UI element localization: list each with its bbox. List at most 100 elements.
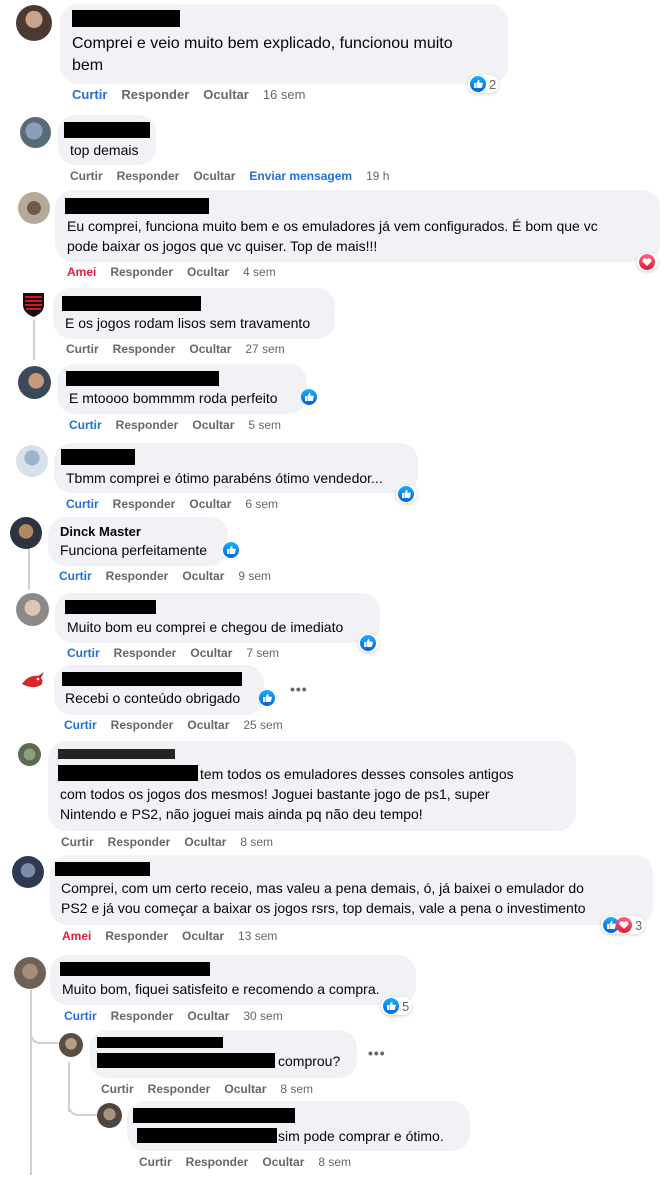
send-message-link[interactable]: Enviar mensagem: [249, 169, 352, 183]
timestamp[interactable]: 8 sem: [318, 1155, 351, 1169]
reply-link[interactable]: Responder: [105, 929, 168, 943]
comment-text: top demais: [70, 142, 139, 158]
reply-link[interactable]: Responder: [111, 718, 174, 732]
hide-link[interactable]: Ocultar: [190, 646, 232, 660]
like-link[interactable]: Curtir: [139, 1155, 172, 1169]
comment-text: com todos os jogos dos mesmos! Joguei ba…: [60, 786, 490, 822]
reaction-summary[interactable]: [637, 253, 658, 271]
like-link[interactable]: Curtir: [67, 646, 100, 660]
hide-link[interactable]: Ocultar: [262, 1155, 304, 1169]
reaction-summary[interactable]: 3: [601, 916, 646, 934]
team-crest-icon: [23, 293, 44, 317]
reply-link[interactable]: Responder: [110, 265, 173, 279]
redacted-text: [137, 1128, 277, 1143]
avatar[interactable]: [59, 1033, 83, 1057]
timestamp[interactable]: 8 sem: [240, 835, 273, 849]
comment-text: Comprei e veio muito bem explicado, func…: [72, 35, 453, 74]
timestamp[interactable]: 27 sem: [245, 342, 284, 356]
redacted-author-name: [61, 449, 135, 465]
reply-link[interactable]: Responder: [117, 169, 180, 183]
reply-link[interactable]: Responder: [114, 646, 177, 660]
avatar[interactable]: [16, 5, 52, 41]
reaction-summary[interactable]: [358, 634, 379, 652]
comment-actions: Curtir Responder Ocultar 27 sem: [66, 342, 299, 356]
reply-link[interactable]: Responder: [113, 497, 176, 511]
reply-link[interactable]: Responder: [113, 342, 176, 356]
redacted-author-name: [58, 749, 175, 759]
hide-link[interactable]: Ocultar: [189, 342, 231, 356]
like-link[interactable]: Curtir: [64, 1009, 97, 1023]
hide-link[interactable]: Ocultar: [192, 418, 234, 432]
like-link[interactable]: Curtir: [59, 569, 92, 583]
avatar[interactable]: [16, 445, 48, 477]
like-link[interactable]: Curtir: [101, 1082, 134, 1096]
reaction-summary[interactable]: [396, 485, 417, 503]
avatar[interactable]: [12, 856, 44, 888]
avatar[interactable]: [18, 366, 51, 399]
reaction-summary[interactable]: 5: [381, 997, 413, 1015]
hide-link[interactable]: Ocultar: [189, 497, 231, 511]
timestamp[interactable]: 9 sem: [238, 569, 271, 583]
avatar[interactable]: [10, 517, 42, 549]
avatar[interactable]: [18, 743, 41, 766]
love-link[interactable]: Amei: [67, 265, 96, 279]
hide-link[interactable]: Ocultar: [182, 929, 224, 943]
more-options-icon[interactable]: •••: [290, 681, 308, 697]
timestamp[interactable]: 30 sem: [243, 1009, 282, 1023]
reply-link[interactable]: Responder: [111, 1009, 174, 1023]
timestamp[interactable]: 19 h: [366, 169, 389, 183]
like-link[interactable]: Curtir: [70, 169, 103, 183]
reply-link[interactable]: Responder: [186, 1155, 249, 1169]
like-link[interactable]: Curtir: [69, 418, 102, 432]
reaction-summary[interactable]: [301, 389, 317, 405]
reply-link[interactable]: Responder: [148, 1082, 211, 1096]
hide-link[interactable]: Ocultar: [193, 169, 235, 183]
reply-link[interactable]: Responder: [108, 835, 171, 849]
reply-link[interactable]: Responder: [106, 569, 169, 583]
timestamp[interactable]: 6 sem: [245, 497, 278, 511]
author-name[interactable]: Dinck Master: [60, 524, 141, 539]
comment-bubble: E mtoooo bommmm roda perfeito: [57, 364, 307, 414]
reaction-summary[interactable]: 2: [468, 75, 500, 93]
avatar[interactable]: [18, 289, 49, 320]
hide-link[interactable]: Ocultar: [187, 1009, 229, 1023]
avatar[interactable]: [97, 1103, 122, 1128]
reply-link[interactable]: Responder: [121, 87, 189, 102]
avatar[interactable]: [16, 593, 49, 626]
reply-link[interactable]: Responder: [116, 418, 179, 432]
timestamp[interactable]: 25 sem: [243, 718, 282, 732]
love-link[interactable]: Amei: [62, 929, 91, 943]
hide-link[interactable]: Ocultar: [187, 718, 229, 732]
thread-branch: [30, 1020, 62, 1044]
hide-link[interactable]: Ocultar: [187, 265, 229, 279]
hide-link[interactable]: Ocultar: [182, 569, 224, 583]
reaction-count: 2: [489, 76, 497, 92]
timestamp[interactable]: 13 sem: [238, 929, 277, 943]
reaction-summary[interactable]: [259, 690, 275, 706]
hide-link[interactable]: Ocultar: [203, 87, 249, 102]
more-options-icon[interactable]: •••: [368, 1045, 386, 1061]
comment-bubble: E os jogos rodam lisos sem travamento: [53, 288, 335, 339]
redacted-author-name: [62, 672, 242, 686]
avatar[interactable]: [18, 666, 49, 697]
avatar[interactable]: [14, 957, 46, 989]
like-link[interactable]: Curtir: [72, 87, 107, 102]
hide-link[interactable]: Ocultar: [184, 835, 226, 849]
reaction-summary[interactable]: [223, 542, 239, 558]
thumbs-up-icon: [259, 690, 275, 706]
like-link[interactable]: Curtir: [66, 342, 99, 356]
like-link[interactable]: Curtir: [66, 497, 99, 511]
like-link[interactable]: Curtir: [64, 718, 97, 732]
hide-link[interactable]: Ocultar: [224, 1082, 266, 1096]
timestamp[interactable]: 8 sem: [280, 1082, 313, 1096]
timestamp[interactable]: 16 sem: [263, 87, 306, 102]
timestamp[interactable]: 4 sem: [243, 265, 276, 279]
avatar[interactable]: [18, 192, 50, 224]
thumbs-up-icon: [398, 486, 414, 502]
avatar[interactable]: [20, 117, 51, 148]
timestamp[interactable]: 5 sem: [248, 418, 281, 432]
like-link[interactable]: Curtir: [61, 835, 94, 849]
redacted-author-name: [65, 198, 209, 214]
timestamp[interactable]: 7 sem: [246, 646, 279, 660]
comment-bubble: tem todos os emuladores desses consoles …: [48, 741, 576, 831]
